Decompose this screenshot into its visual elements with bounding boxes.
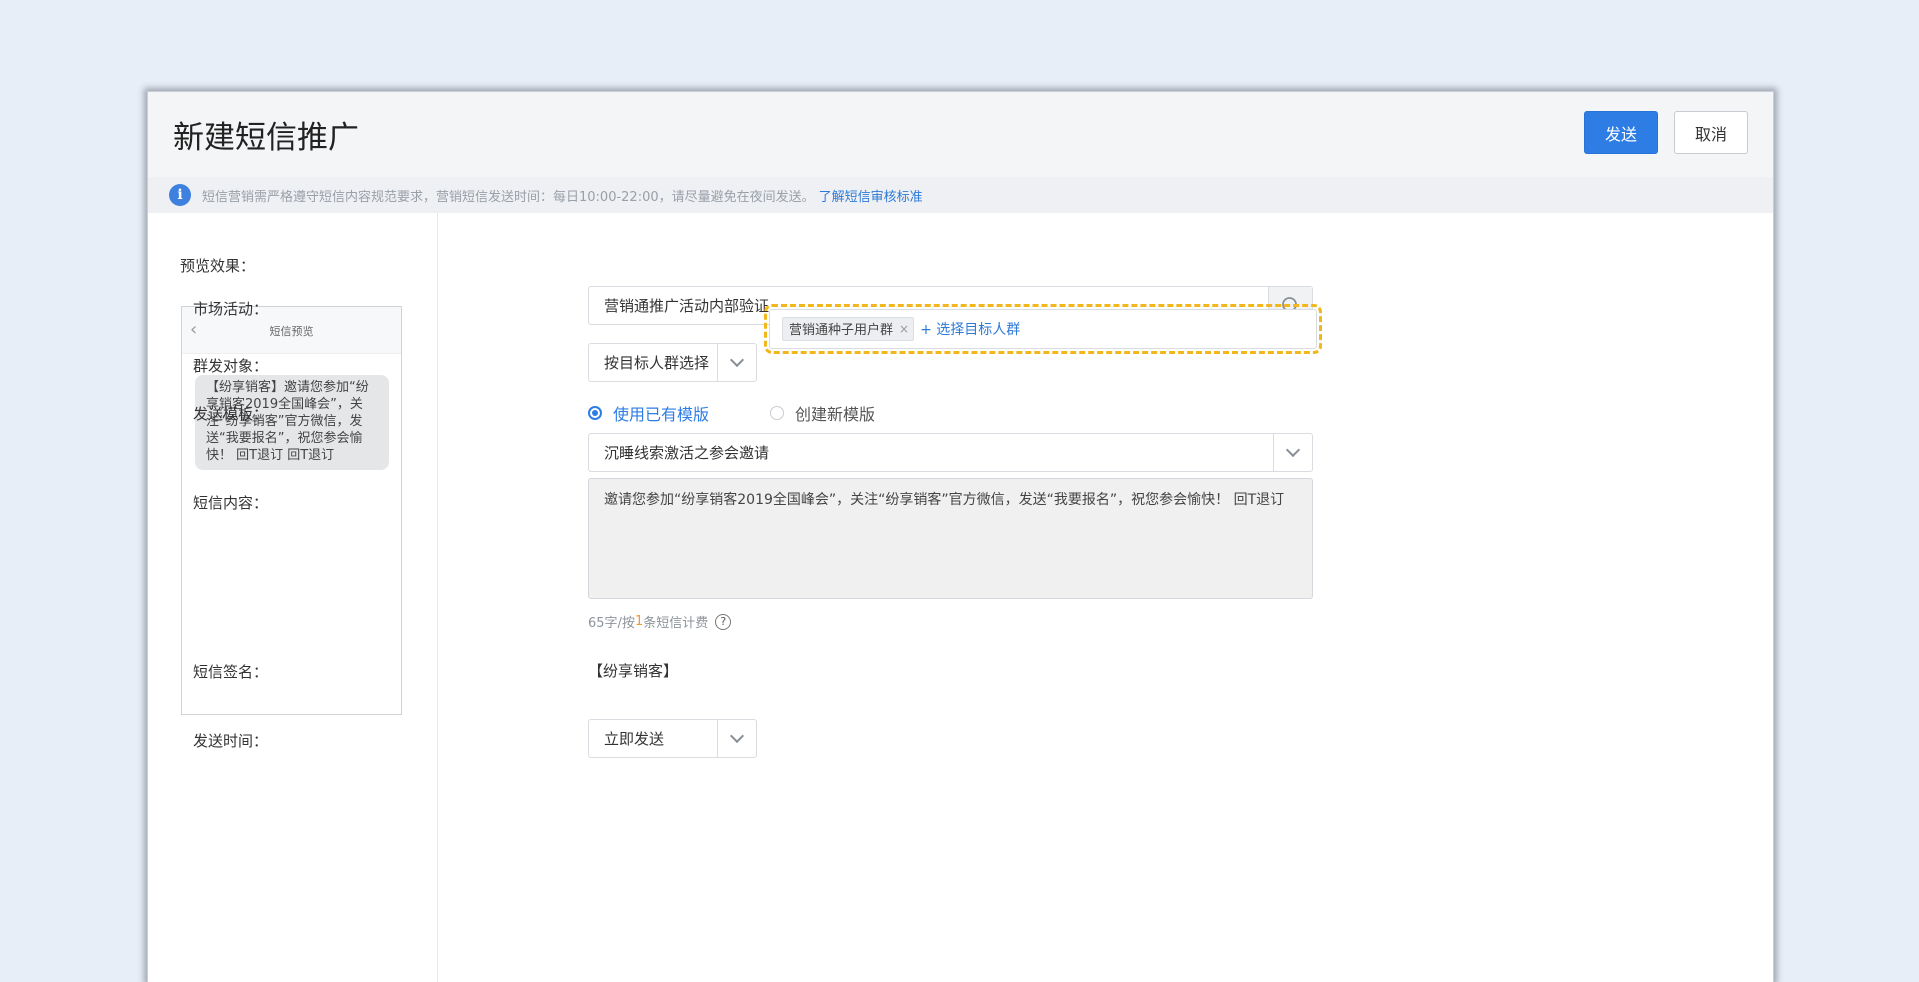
target-audience-field[interactable]: 营销通种子用户群 × + 选择目标人群 [769, 309, 1317, 349]
template-label: 发送模板： [193, 405, 269, 423]
signature-value: 【纷享销客】 [588, 662, 679, 680]
cancel-button[interactable]: 取消 [1674, 111, 1748, 154]
send-time-label: 发送时间： [193, 732, 269, 750]
page-title: 新建短信推广 [173, 120, 359, 156]
notice-bar: i 短信营销需严格遵守短信内容规范要求，营销短信发送时间：每日10:00-22:… [148, 177, 1773, 213]
content-label: 短信内容： [193, 494, 269, 512]
signature-label: 短信签名： [193, 663, 269, 681]
tag-remove-icon[interactable]: × [899, 322, 909, 336]
template-value: 沉睡线索激活之参会邀请 [604, 444, 770, 462]
audience-mode-select[interactable]: 按目标人群选择 [588, 343, 757, 382]
count-number: 1 [634, 614, 644, 629]
page-header: 新建短信推广 发送 取消 i 短信营销需严格遵守短信内容规范要求，营销短信发送时… [148, 92, 1773, 213]
sms-promotion-window: 新建短信推广 发送 取消 i 短信营销需严格遵守短信内容规范要求，营销短信发送时… [147, 91, 1774, 982]
audience-mode-dropdown[interactable] [717, 344, 756, 381]
select-audience-link[interactable]: + 选择目标人群 [920, 319, 1020, 339]
campaign-label: 市场活动： [193, 300, 269, 318]
chevron-down-icon [1285, 442, 1301, 458]
notice-text: 短信营销需严格遵守短信内容规范要求，营销短信发送时间：每日10:00-22:00… [202, 189, 815, 205]
review-standard-link[interactable]: 了解短信审核标准 [819, 186, 923, 205]
radio-existing-label: 使用已有模版 [613, 405, 710, 424]
count-prefix: 65字/按 [588, 616, 635, 631]
radio-existing-template[interactable]: 使用已有模版 [588, 401, 709, 425]
chevron-down-icon [729, 352, 745, 368]
radio-unchecked-icon [770, 406, 784, 420]
send-time-dropdown[interactable] [717, 720, 756, 757]
info-icon: i [169, 184, 191, 206]
template-select[interactable]: 沉睡线索激活之参会邀请 [588, 433, 1313, 472]
send-button[interactable]: 发送 [1584, 111, 1658, 154]
campaign-value: 营销通推广活动内部验证 [604, 297, 770, 315]
preview-label: 预览效果： [180, 257, 256, 275]
audience-tag: 营销通种子用户群 × [782, 317, 915, 341]
chevron-down-icon [729, 728, 745, 744]
audience-tag-label: 营销通种子用户群 [789, 323, 894, 338]
send-time-select[interactable]: 立即发送 [588, 719, 757, 758]
count-suffix: 条短信计费 [643, 616, 709, 631]
sms-content-textarea[interactable]: 邀请您参加“纷享销客2019全国峰会”，关注“纷享销客”官方微信，发送“我要报名… [588, 478, 1313, 599]
audience-mode-value: 按目标人群选择 [604, 354, 710, 372]
template-dropdown[interactable] [1273, 434, 1312, 471]
radio-new-label: 创建新模版 [795, 405, 876, 424]
phone-title: 短信预览 [269, 325, 314, 338]
character-count: 65字/按 1 条短信计费 ? [588, 612, 732, 631]
radio-new-template[interactable]: 创建新模版 [770, 401, 875, 425]
help-icon[interactable]: ? [715, 613, 732, 630]
audience-label: 群发对象： [193, 357, 269, 375]
send-time-value: 立即发送 [604, 730, 665, 748]
radio-checked-icon [588, 406, 602, 420]
preview-pane: 预览效果： ‹ 短信预览 【纷享销客】邀请您参加“纷享销客2019全国峰会”，关… [148, 213, 438, 982]
